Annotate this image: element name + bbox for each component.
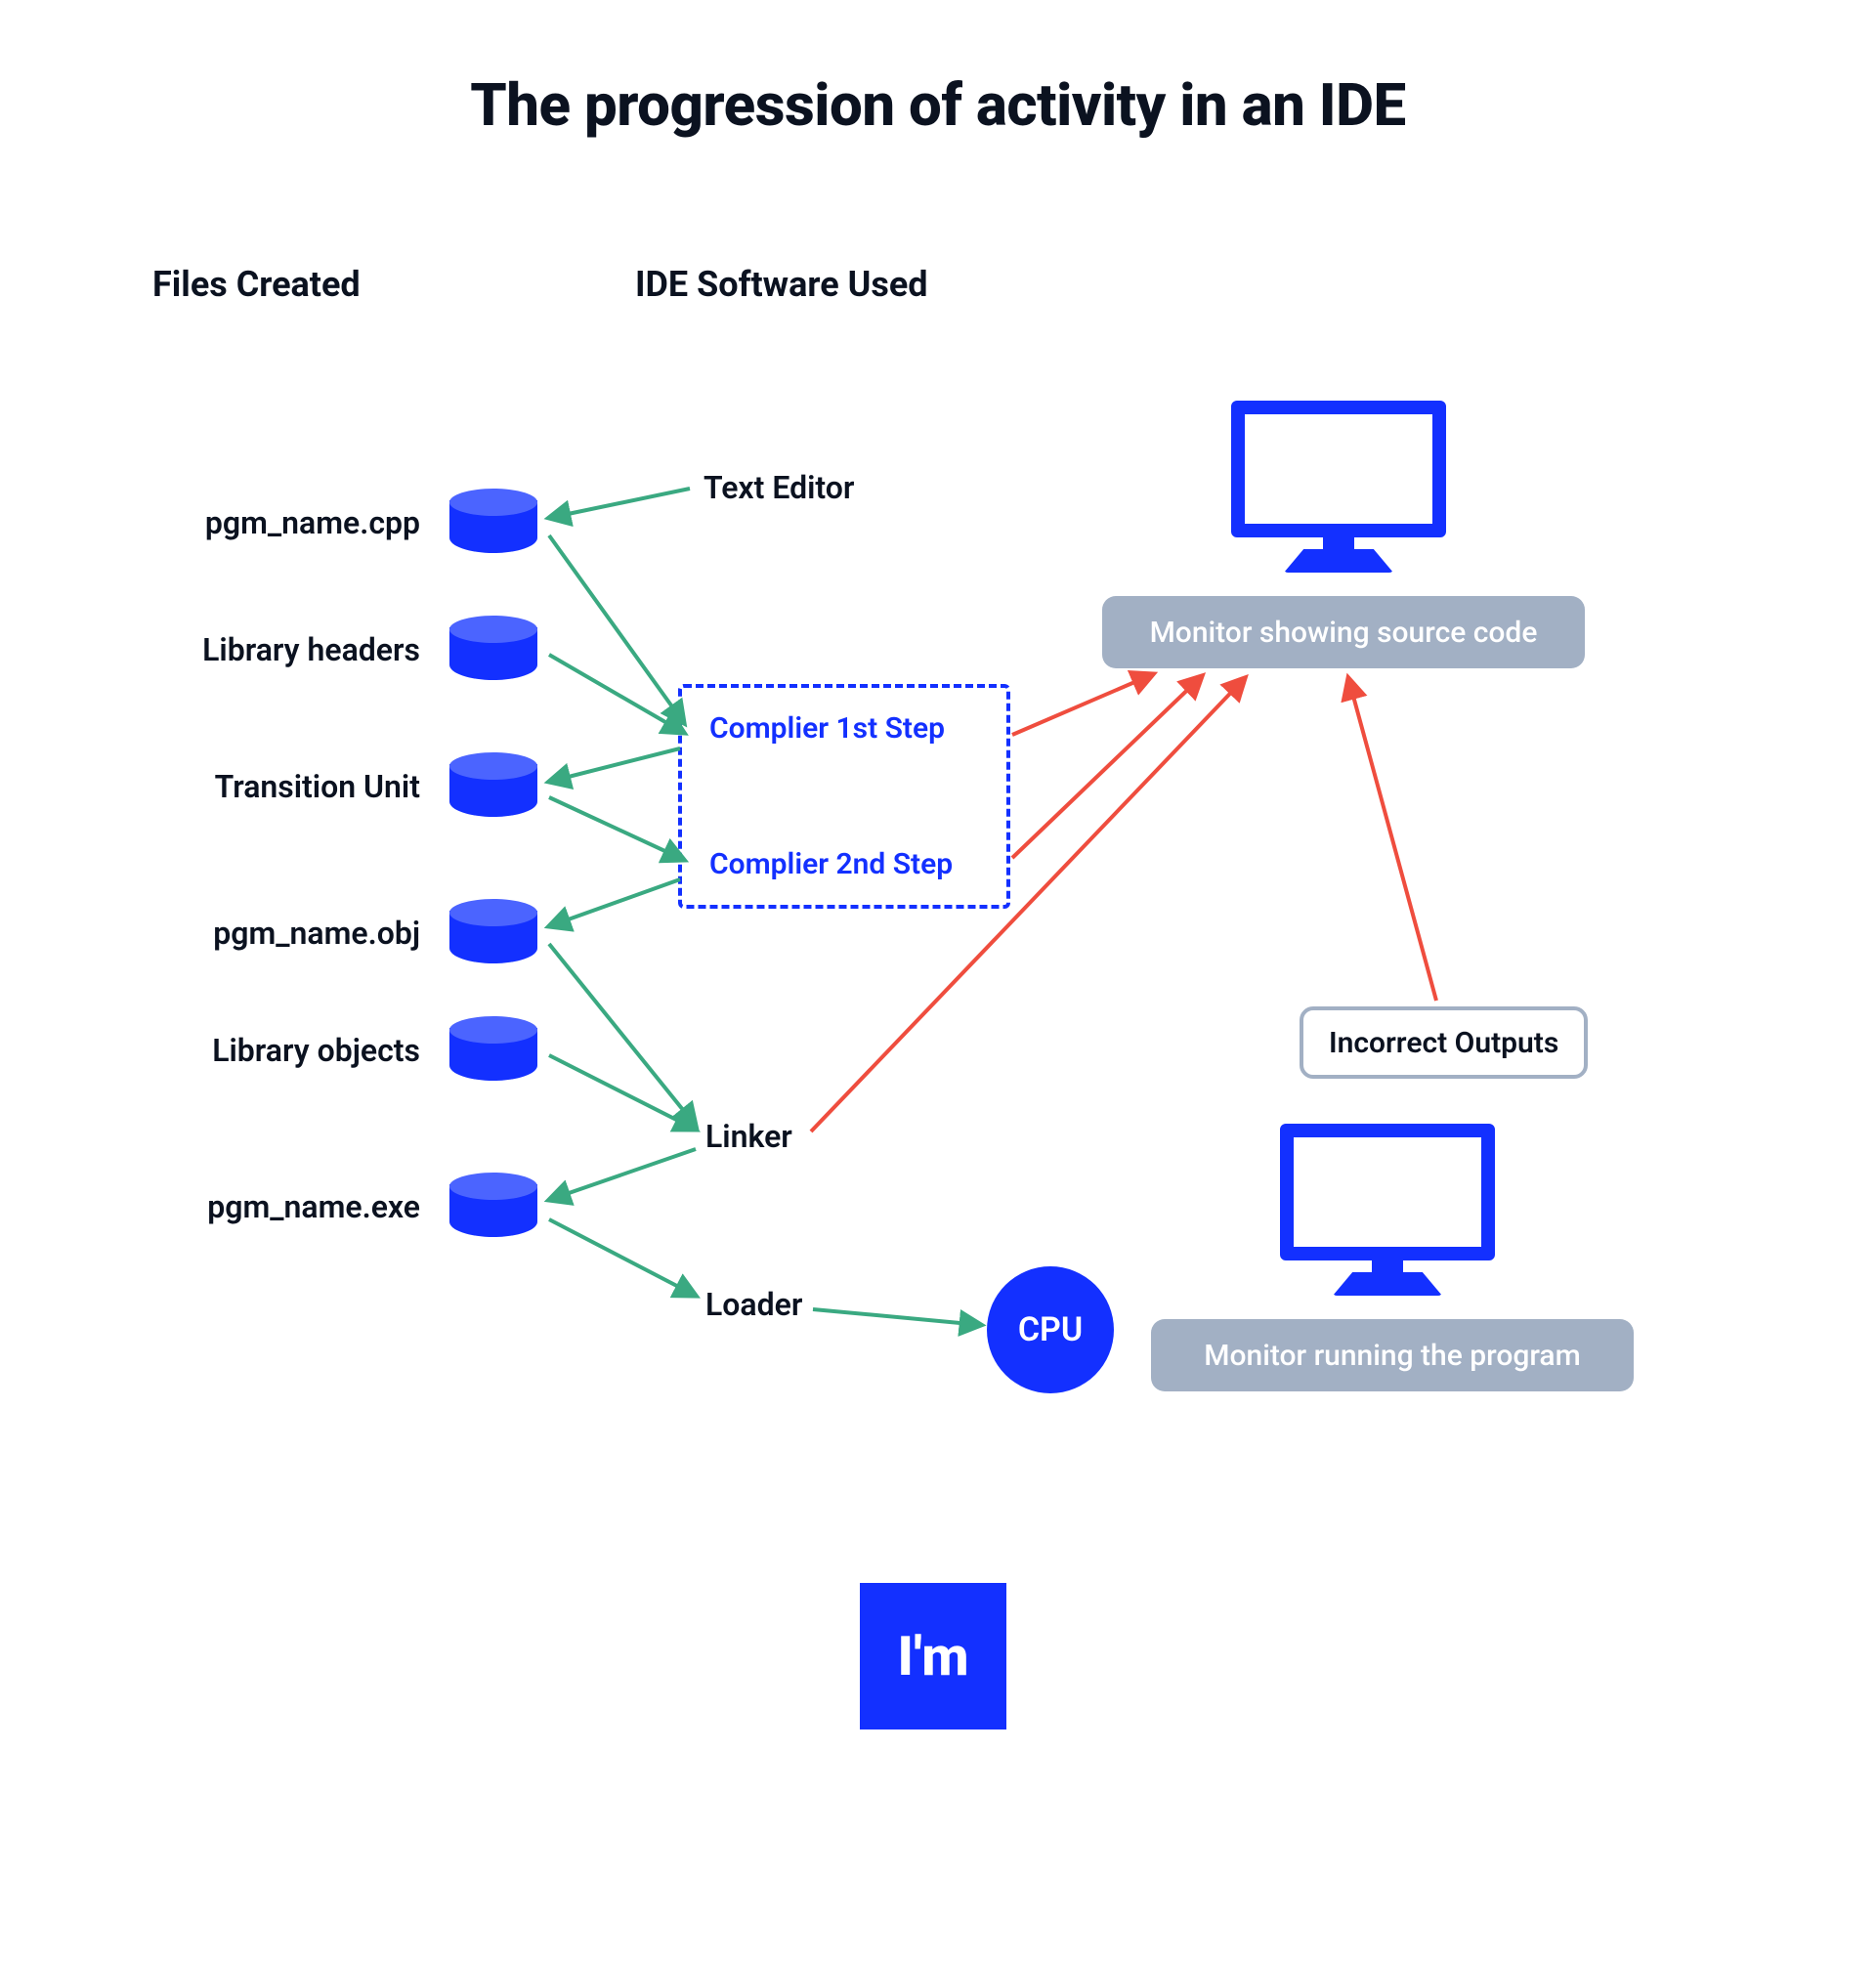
cylinder-icon bbox=[449, 752, 537, 817]
monitor-source-box: Monitor showing source code bbox=[1102, 596, 1585, 668]
monitor-running-label: Monitor running the program bbox=[1204, 1339, 1581, 1373]
compiler-box: Complier 1st Step Complier 2nd Step bbox=[678, 684, 1010, 909]
file-label-libobj: Library objects bbox=[127, 1032, 420, 1069]
compiler-step-2: Complier 2nd Step bbox=[709, 847, 979, 881]
cpu-circle: CPU bbox=[987, 1266, 1114, 1393]
file-label-headers: Library headers bbox=[127, 631, 420, 668]
logo-text: I'm bbox=[897, 1624, 968, 1688]
incorrect-outputs-label: Incorrect Outputs bbox=[1329, 1026, 1558, 1060]
diagram-canvas: The progression of activity in an IDE Fi… bbox=[0, 0, 1876, 1964]
sw-label-linker: Linker bbox=[705, 1118, 792, 1155]
sw-label-loader: Loader bbox=[705, 1286, 802, 1323]
cylinder-icon bbox=[449, 616, 537, 680]
incorrect-outputs-box: Incorrect Outputs bbox=[1300, 1006, 1588, 1079]
column-header-software: IDE Software Used bbox=[635, 264, 928, 305]
compiler-step-1: Complier 1st Step bbox=[709, 711, 979, 746]
cpu-label: CPU bbox=[1018, 1310, 1083, 1349]
monitor-running-box: Monitor running the program bbox=[1151, 1319, 1634, 1391]
diagram-title: The progression of activity in an IDE bbox=[0, 70, 1876, 140]
cylinder-icon bbox=[449, 1016, 537, 1081]
file-label-exe: pgm_name.exe bbox=[127, 1188, 420, 1225]
monitor-source-label: Monitor showing source code bbox=[1150, 616, 1538, 650]
cylinder-icon bbox=[449, 899, 537, 963]
file-label-obj: pgm_name.obj bbox=[127, 915, 420, 952]
file-label-tu: Transition Unit bbox=[127, 768, 420, 805]
monitor-icon bbox=[1231, 401, 1446, 576]
monitor-icon bbox=[1280, 1124, 1495, 1300]
sw-label-text-editor: Text Editor bbox=[704, 469, 854, 506]
cylinder-icon bbox=[449, 489, 537, 553]
logo: I'm bbox=[860, 1583, 1006, 1729]
column-header-files: Files Created bbox=[152, 264, 361, 305]
cylinder-icon bbox=[449, 1173, 537, 1237]
file-label-cpp: pgm_name.cpp bbox=[127, 504, 420, 541]
